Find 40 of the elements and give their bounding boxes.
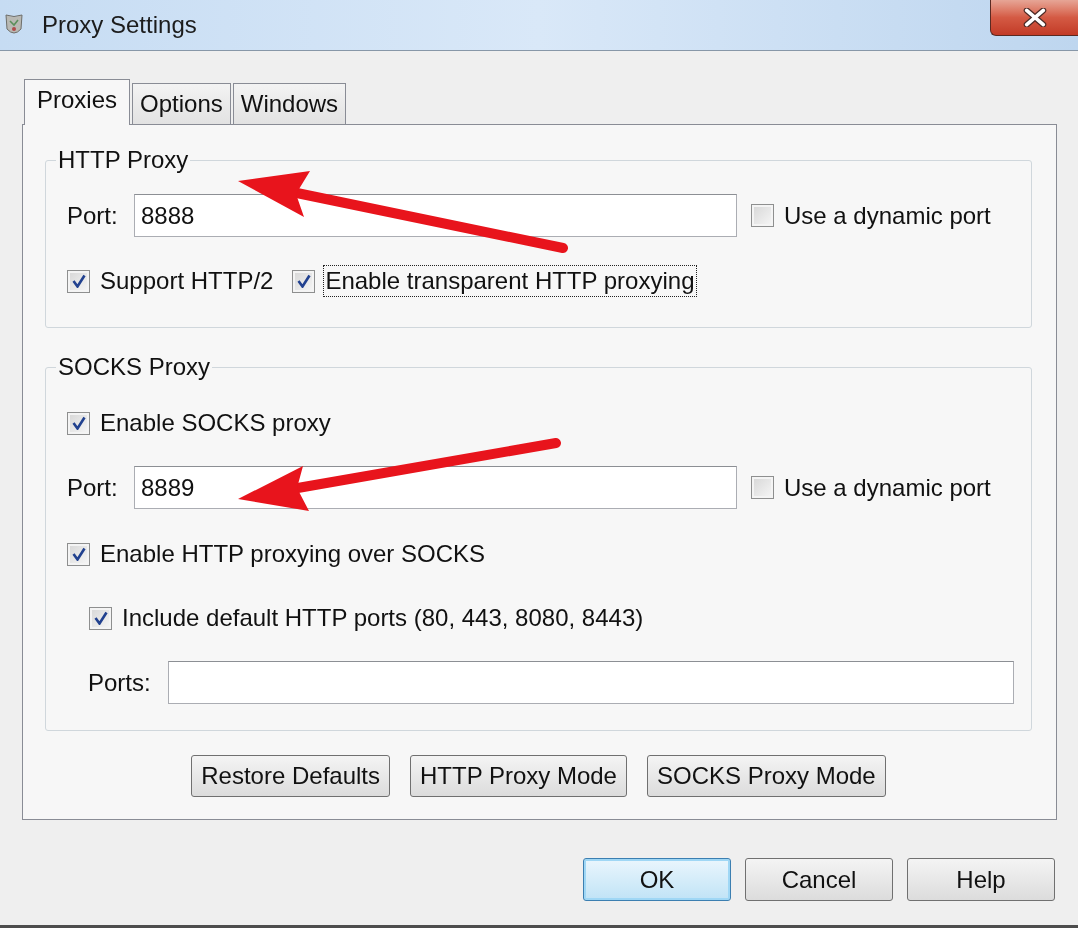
field-label: Port:: [67, 200, 119, 231]
check-icon: [93, 611, 108, 625]
mode-button[interactable]: SOCKS Proxy Mode: [646, 755, 886, 797]
field-label: Ports:: [88, 667, 152, 698]
checkbox[interactable]: [67, 411, 90, 435]
mode-button[interactable]: Restore Defaults: [191, 755, 390, 797]
checkbox[interactable]: [292, 269, 316, 293]
dialog-button[interactable]: Cancel: [745, 858, 893, 901]
checkbox-label[interactable]: Use a dynamic port: [782, 199, 993, 232]
group-title: SOCKS Proxy: [57, 353, 212, 381]
check-icon: [71, 547, 86, 561]
close-icon: [1022, 8, 1047, 27]
check-icon: [71, 274, 86, 288]
app-icon: [5, 13, 23, 37]
checkbox[interactable]: [751, 476, 774, 499]
window-title: Proxy Settings: [42, 10, 197, 40]
checkbox-label[interactable]: Enable transparent HTTP proxying: [323, 265, 697, 297]
tab[interactable]: Proxies: [24, 79, 131, 125]
check-icon: [296, 274, 311, 288]
checkbox-label[interactable]: Enable HTTP proxying over SOCKS: [98, 538, 488, 570]
checkbox[interactable]: [751, 204, 774, 227]
port-field[interactable]: 8889: [134, 466, 737, 509]
close-button[interactable]: [990, 0, 1078, 36]
checkbox-label[interactable]: Enable SOCKS proxy: [98, 407, 333, 439]
tab[interactable]: Windows: [232, 83, 347, 124]
group-title: HTTP Proxy: [57, 146, 190, 174]
check-icon: [71, 416, 86, 430]
checkbox[interactable]: [67, 542, 90, 566]
checkbox[interactable]: [67, 269, 90, 293]
dialog-button[interactable]: Help: [907, 858, 1055, 901]
checkbox-label[interactable]: Support HTTP/2: [98, 265, 276, 297]
tab[interactable]: Options: [132, 83, 231, 124]
ports-field[interactable]: [168, 661, 1014, 704]
checkbox-label[interactable]: Include default HTTP ports (80, 443, 8080, 8443): [120, 602, 646, 634]
mode-button[interactable]: HTTP Proxy Mode: [410, 755, 627, 797]
field-label: Port:: [67, 472, 119, 503]
checkbox-label[interactable]: Use a dynamic port: [782, 471, 993, 504]
dialog-button[interactable]: OK: [583, 858, 731, 901]
checkbox[interactable]: [89, 606, 112, 630]
port-field[interactable]: 8888: [134, 194, 737, 237]
